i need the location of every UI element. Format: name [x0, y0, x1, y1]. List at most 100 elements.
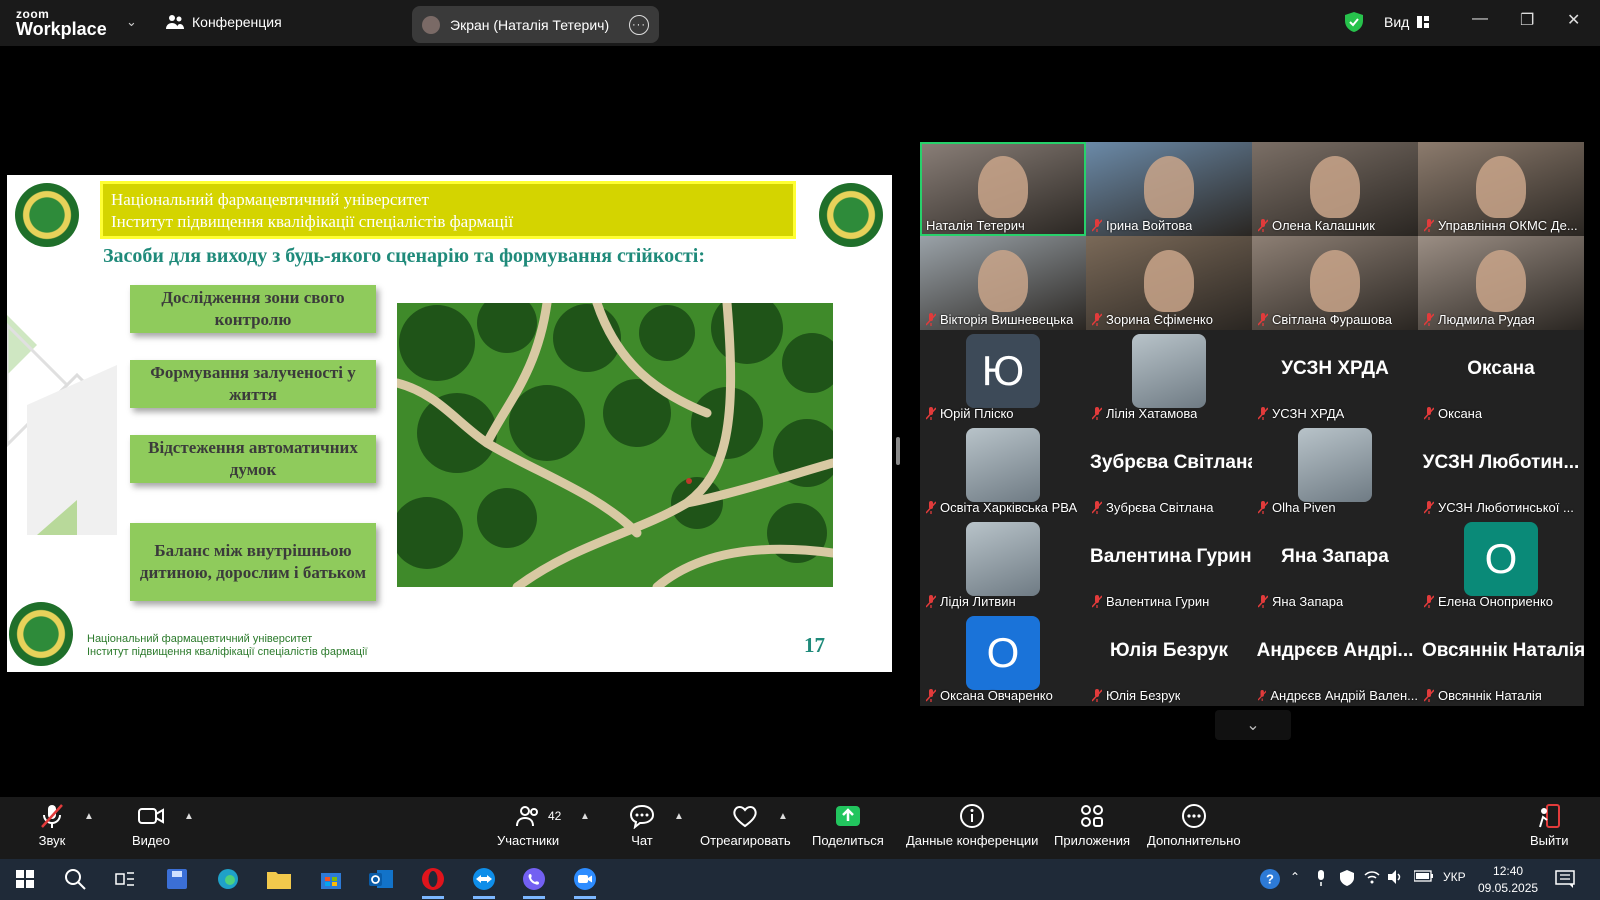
outlook-icon[interactable]: [366, 865, 396, 893]
gallery-scroll-down[interactable]: ⌄: [1215, 710, 1291, 740]
slide-banner: Національний фармацевтичний університет …: [100, 181, 796, 239]
file-explorer-icon[interactable]: [264, 865, 294, 893]
participant-tile[interactable]: Ірина Войтова: [1086, 142, 1252, 236]
participant-tile[interactable]: Olha Piven: [1252, 424, 1418, 518]
participant-display-name: Овсяннік Наталія: [1422, 640, 1584, 661]
search-icon[interactable]: [60, 865, 90, 893]
participant-name: Лідія Литвин: [926, 594, 1016, 609]
battery-icon[interactable]: [1413, 870, 1434, 885]
clock-time: 12:40: [1493, 864, 1524, 878]
security-shield-icon[interactable]: [1345, 12, 1363, 32]
windows-start-icon[interactable]: [10, 865, 40, 893]
participant-tile[interactable]: Лідія Литвин: [920, 518, 1086, 612]
mic-muted-icon: [926, 595, 936, 608]
participant-tile[interactable]: Оксана Оксана: [1418, 330, 1584, 424]
avatar: Ю: [966, 334, 1040, 408]
view-menu[interactable]: Вид: [1384, 14, 1430, 30]
participant-tile[interactable]: О Елена Оноприенко: [1418, 518, 1584, 612]
participant-display-name: Валентина Гурин: [1090, 546, 1252, 567]
react-button[interactable]: Отреагировать: [700, 803, 791, 848]
meeting-info-button[interactable]: Данные конференции: [906, 803, 1038, 848]
participant-tile[interactable]: УСЗН Любо­тин... УСЗН Люботинської ...: [1418, 424, 1584, 518]
teamviewer-icon[interactable]: [469, 865, 499, 899]
chat-options-caret[interactable]: ▲: [674, 811, 684, 822]
more-icon: [1181, 804, 1206, 828]
participant-name-label: Юрій Пліско: [940, 406, 1014, 421]
audio-options-caret[interactable]: ▲: [84, 811, 94, 822]
participant-tile[interactable]: Освіта Харківська РВА: [920, 424, 1086, 518]
video-label: Видео: [132, 833, 170, 848]
tray-expand-icon[interactable]: ⌃: [1290, 870, 1300, 884]
screen-share-pill[interactable]: Экран (Наталія Тетерич) ···: [412, 6, 659, 43]
participant-tile[interactable]: Лілія Хатамова: [1086, 330, 1252, 424]
task-view-icon[interactable]: [110, 865, 140, 893]
clock-date: 09.05.2025: [1478, 881, 1539, 895]
participant-tile[interactable]: Андрєєв Андрі... Андрєєв Андрій Вален...: [1252, 612, 1418, 706]
participant-name: Юрій Пліско: [926, 406, 1014, 421]
participant-tile[interactable]: Людмила Рудая: [1418, 236, 1584, 330]
save-app-icon[interactable]: [162, 865, 192, 893]
more-options-icon[interactable]: ···: [629, 14, 649, 35]
park-aerial-photo: [397, 303, 833, 587]
more-button[interactable]: Дополнительно: [1147, 803, 1241, 848]
microphone-tray-icon[interactable]: [1316, 870, 1326, 889]
participant-name: Олена Калашник: [1258, 218, 1375, 233]
leave-button[interactable]: Выйти: [1530, 803, 1569, 848]
restore-icon[interactable]: ❐: [1520, 10, 1534, 30]
conference-menu[interactable]: Конференция: [166, 14, 282, 30]
chat-button[interactable]: Чат: [628, 803, 656, 848]
participant-tile[interactable]: Вікторія Вишневецька: [920, 236, 1086, 330]
zoom-app-icon[interactable]: [570, 865, 600, 899]
footer-line-2: Інститут підвищення кваліфікації спеціал…: [87, 646, 368, 658]
notifications-icon[interactable]: [1550, 865, 1580, 893]
participant-tile[interactable]: УСЗН ХРДА УСЗН ХРДА: [1252, 330, 1418, 424]
panel-splitter[interactable]: [896, 437, 900, 465]
react-options-caret[interactable]: ▲: [778, 811, 788, 822]
participant-tile[interactable]: Валентина Гурин Валентина Гурин: [1086, 518, 1252, 612]
zoom-logo[interactable]: zoom Workplace: [16, 8, 107, 38]
camera-icon: [137, 808, 164, 824]
video-options-caret[interactable]: ▲: [184, 811, 194, 822]
wifi-icon[interactable]: [1364, 870, 1380, 887]
video-button[interactable]: Видео: [132, 803, 170, 848]
participant-tile[interactable]: Ю Юрій Пліско: [920, 330, 1086, 424]
participant-tile[interactable]: Наталія Тетерич: [920, 142, 1086, 236]
participant-tile[interactable]: Овсяннік Наталія Овсяннік Наталія: [1418, 612, 1584, 706]
participant-name: Olha Piven: [1258, 500, 1336, 515]
participant-tile[interactable]: Зубрєва Світлана Зубрєва Світлана: [1086, 424, 1252, 518]
volume-icon[interactable]: [1388, 870, 1404, 887]
opera-icon[interactable]: [418, 865, 448, 899]
mic-muted-icon: [1258, 219, 1268, 232]
apps-button[interactable]: Приложения: [1054, 803, 1130, 848]
grid-view-icon: [1417, 16, 1430, 28]
help-icon[interactable]: ?: [1255, 865, 1285, 893]
minimize-icon[interactable]: —: [1472, 10, 1488, 28]
audio-button[interactable]: Звук: [38, 803, 66, 848]
defender-tray-icon[interactable]: [1340, 870, 1354, 889]
participant-video: [1144, 156, 1194, 218]
store-icon[interactable]: [316, 865, 346, 893]
participants-options-caret[interactable]: ▲: [580, 811, 590, 822]
heart-icon: [733, 806, 758, 828]
participant-tile[interactable]: Світлана Фурашова: [1252, 236, 1418, 330]
participant-tile[interactable]: Управління ОКМС Де...: [1418, 142, 1584, 236]
edge-browser-icon[interactable]: [213, 865, 243, 893]
participant-tile[interactable]: Яна Запара Яна Запара: [1252, 518, 1418, 612]
more-label: Дополнительно: [1147, 833, 1241, 848]
system-clock[interactable]: 12:40 09.05.2025: [1478, 863, 1538, 897]
language-indicator[interactable]: УКР: [1443, 870, 1466, 884]
mic-muted-icon: [1424, 689, 1434, 702]
participant-tile[interactable]: Олена Калашник: [1252, 142, 1418, 236]
participant-tile[interactable]: О Оксана Овчаренко: [920, 612, 1086, 706]
participant-tile[interactable]: Юлія Безрук Юлія Безрук: [1086, 612, 1252, 706]
participant-tile[interactable]: Зорина Єфіменко: [1086, 236, 1252, 330]
close-icon[interactable]: ✕: [1567, 10, 1580, 30]
participant-video: [1476, 250, 1526, 312]
react-label: Отреагировать: [700, 833, 791, 848]
participant-name: УСЗН ХРДА: [1258, 406, 1344, 421]
mic-muted-icon: [1258, 501, 1268, 514]
viber-icon[interactable]: [519, 865, 549, 899]
chevron-down-icon[interactable]: ⌄: [126, 14, 137, 30]
participant-name: Овсяннік Наталія: [1424, 688, 1542, 703]
share-button[interactable]: Поделиться: [812, 803, 884, 848]
